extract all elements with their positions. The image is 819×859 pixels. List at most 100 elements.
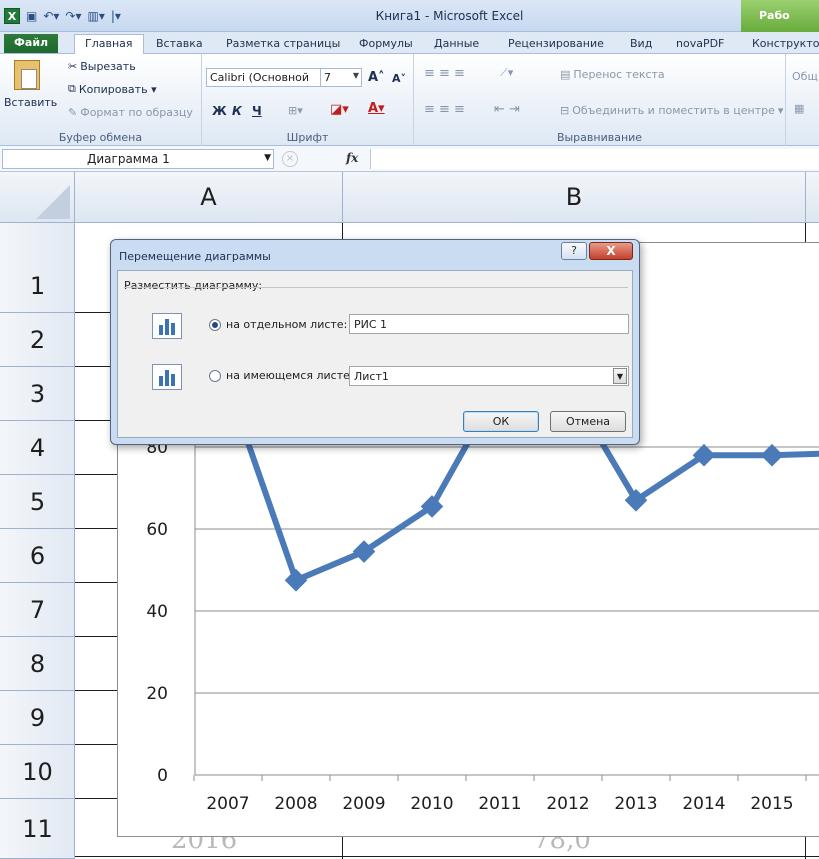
existing-sheet-radio[interactable]	[209, 370, 221, 382]
row-header-6[interactable]: 6	[0, 529, 75, 583]
new-sheet-radio[interactable]	[209, 319, 221, 331]
cancel-button[interactable]: Отмена	[550, 411, 626, 432]
borders-icon[interactable]: ⊞▾	[288, 104, 303, 117]
row-header-10[interactable]: 10	[0, 745, 75, 799]
data-point	[284, 568, 308, 592]
italic-button[interactable]: К	[232, 104, 242, 118]
orientation-icon[interactable]: ⟋▾	[500, 66, 513, 80]
clipboard-group-label: Буфер обмена	[58, 131, 143, 144]
x-tick-label: 2013	[614, 794, 657, 814]
brush-icon: ✎	[68, 106, 78, 119]
align-left-icon[interactable]: ≡ ≡ ≡	[424, 102, 465, 117]
clipboard-group: Вставить ✂ Вырезать ⧉ Копировать ▾ ✎ Фор…	[0, 54, 202, 146]
placement-options: на отдельном листе: РИС 1 на имеющемся л…	[124, 287, 629, 399]
name-box[interactable]: Диаграмма 1 ▼	[2, 149, 274, 169]
row-header-5[interactable]: 5	[0, 475, 75, 529]
grow-font-icon[interactable]: A˄	[368, 70, 385, 85]
select-all-button[interactable]	[0, 172, 75, 223]
row-header-7[interactable]: 7	[0, 583, 75, 637]
help-button[interactable]: ?	[561, 242, 587, 260]
row-header-2[interactable]: 2	[0, 313, 75, 367]
bold-button[interactable]: Ж	[212, 104, 227, 118]
fill-color-icon[interactable]: ◪▾	[330, 102, 349, 117]
merge-center-button[interactable]: ⊟ Объединить и поместить в центре ▾	[560, 104, 783, 117]
x-tick-label: 2007	[206, 794, 249, 814]
x-tick-label: 2009	[342, 794, 385, 814]
tab-chart-design[interactable]: Конструкто	[752, 35, 819, 54]
merge-icon: ⊟	[560, 104, 570, 117]
indent-icon[interactable]: ⇤ ⇥	[494, 102, 520, 117]
x-tick-label: 2012	[546, 794, 589, 814]
number-format-combo[interactable]: Общ	[792, 70, 818, 83]
new-sheet-name-input[interactable]: РИС 1	[349, 314, 629, 334]
copy-icon: ⧉	[68, 82, 76, 95]
x-tick-label: 2010	[410, 794, 453, 814]
wrap-text-button[interactable]: ▤ Перенос текста	[560, 68, 665, 81]
row-header-3[interactable]: 3	[0, 367, 75, 421]
dialog-body: Разместить диаграмму: на отдельном листе…	[117, 270, 633, 438]
chevron-down-icon[interactable]: ▼	[613, 368, 627, 384]
font-color-icon[interactable]: A▾	[368, 101, 385, 116]
alignment-group-label: Выравнивание	[556, 131, 643, 144]
underline-button[interactable]: Ч	[252, 104, 262, 118]
tab-formulas[interactable]: Формулы	[359, 35, 413, 54]
existing-sheet-select[interactable]: Лист1 ▼	[349, 366, 629, 386]
new-sheet-chart-icon	[152, 313, 182, 339]
tab-page-layout[interactable]: Разметка страницы	[226, 35, 340, 54]
paste-button[interactable]: Вставить	[4, 96, 57, 109]
x-tick-label: 2014	[682, 794, 725, 814]
copy-button[interactable]: ⧉ Копировать ▾	[68, 82, 157, 96]
x-tick-label: 2011	[478, 794, 521, 814]
tab-data[interactable]: Данные	[434, 35, 479, 54]
font-group: Calibri (Основной ▼ 7 ▼ A˄ A˅ Ж К Ч ⊞▾ ◪…	[202, 54, 414, 146]
row-divider	[75, 856, 819, 857]
new-sheet-label: на отдельном листе:	[226, 318, 348, 331]
tab-view[interactable]: Вид	[630, 35, 652, 54]
row-header-1[interactable]: 1	[0, 259, 75, 313]
y-tick-label: 0	[157, 766, 168, 786]
row-header-8[interactable]: 8	[0, 637, 75, 691]
font-group-label: Шрифт	[286, 131, 329, 144]
ok-button[interactable]: ОК	[463, 411, 539, 432]
shrink-font-icon[interactable]: A˅	[392, 72, 406, 85]
title-bar: X ▣ ↶▾ ↷▾ ▥▾ |▾ Книга1 - Microsoft Excel…	[0, 0, 819, 32]
chevron-down-icon: ▾	[777, 104, 784, 117]
paste-icon[interactable]	[14, 60, 40, 90]
close-button[interactable]: X	[589, 242, 633, 260]
format-painter-button[interactable]: ✎ Формат по образцу	[68, 106, 193, 119]
row-headers: 1 2 3 4 5 6 7 8 9 10 11	[0, 223, 75, 859]
x-tick-label: 2008	[274, 794, 317, 814]
row-header-11[interactable]: 11	[0, 799, 75, 859]
formula-input[interactable]	[370, 149, 819, 169]
window-title: Книга1 - Microsoft Excel	[375, 9, 524, 23]
existing-sheet-chart-icon	[152, 364, 182, 390]
dialog-title: Перемещение диаграммы	[119, 250, 271, 263]
ribbon: Вставить ✂ Вырезать ⧉ Копировать ▾ ✎ Фор…	[0, 54, 819, 146]
alignment-group: ≡ ≡ ≡ ⟋▾ ▤ Перенос текста ≡ ≡ ≡ ⇤ ⇥ ⊟ Об…	[414, 54, 786, 146]
tab-insert[interactable]: Вставка	[156, 35, 203, 54]
column-header-b[interactable]: B	[343, 172, 806, 223]
ribbon-tabs: Файл Главная Вставка Разметка страницы Ф…	[0, 32, 819, 55]
column-header-a[interactable]: A	[75, 172, 343, 223]
currency-icon[interactable]: ▦	[794, 102, 804, 115]
formula-bar: Диаграмма 1 ▼ × fx	[0, 146, 819, 172]
font-size-combo[interactable]: 7 ▼	[320, 68, 362, 87]
row-header-9[interactable]: 9	[0, 691, 75, 745]
y-tick-label: 60	[146, 520, 168, 540]
row-header-4[interactable]: 4	[0, 421, 75, 475]
font-name-combo[interactable]: Calibri (Основной ▼	[206, 68, 334, 87]
y-tick-label: 40	[146, 602, 168, 622]
tab-home[interactable]: Главная	[74, 34, 144, 55]
existing-sheet-label: на имеющемся листе:	[226, 369, 354, 382]
tab-review[interactable]: Рецензирование	[508, 35, 604, 54]
chart-tools-context-tab[interactable]: Рабо	[741, 0, 819, 32]
x-tick-label: 2015	[750, 794, 793, 814]
scissors-icon: ✂	[68, 60, 78, 73]
wrap-text-icon: ▤	[560, 68, 571, 81]
cut-button[interactable]: ✂ Вырезать	[68, 60, 136, 73]
tab-novapdf[interactable]: novaPDF	[676, 35, 724, 54]
align-top-icon[interactable]: ≡ ≡ ≡	[424, 66, 465, 81]
cancel-icon[interactable]: ×	[282, 151, 298, 167]
tab-file[interactable]: Файл	[4, 34, 59, 53]
insert-function-icon[interactable]: fx	[346, 151, 358, 165]
